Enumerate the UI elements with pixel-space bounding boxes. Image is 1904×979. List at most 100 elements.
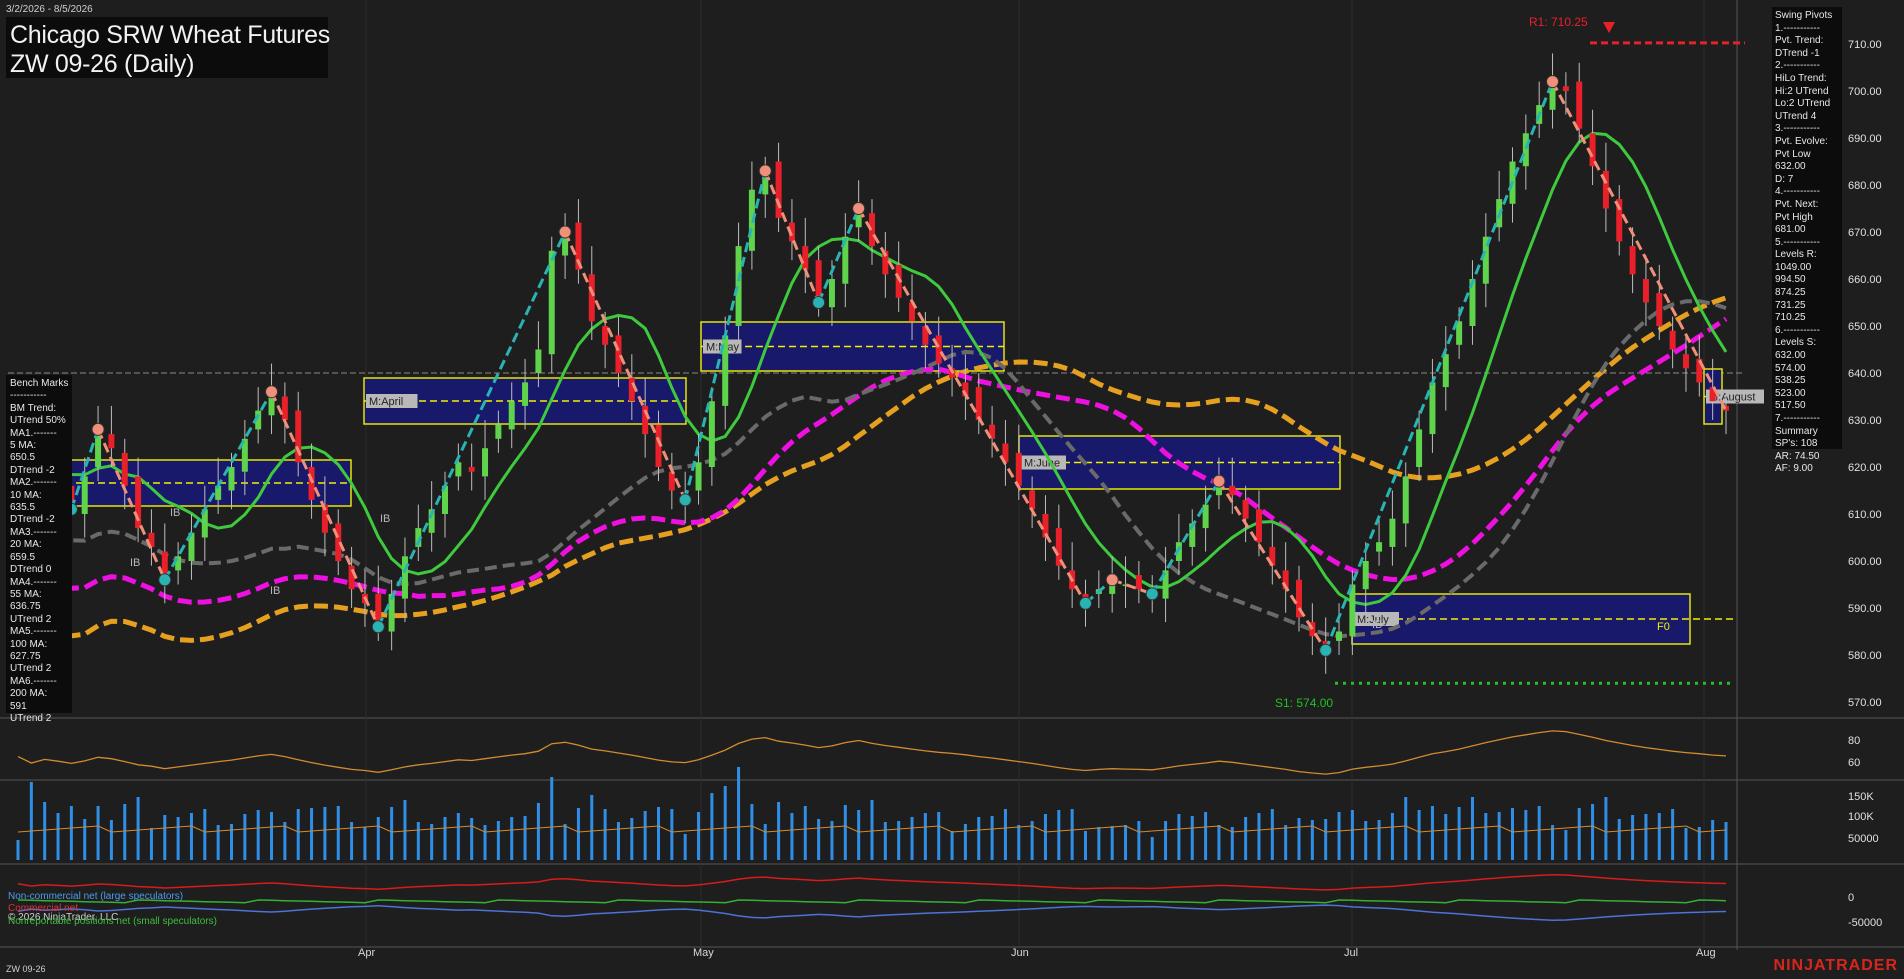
swing-pivot-line: 874.25 [1775,287,1806,299]
swing-pivot-line: 5.----------- [1775,236,1820,248]
volume-bar [1270,809,1274,860]
volume-bar [1430,806,1434,860]
volume-bar [697,812,701,860]
osc-tick-label: 60 [1848,757,1860,769]
vwap-label: M:April [369,396,403,408]
bench-mark-line: 659.5 [10,551,36,563]
volume-bar [683,834,687,860]
swing-pivots-panel: Swing Pivots 1.----------- Pvt. Trend: DTre… [1772,7,1842,474]
candle-body [121,452,128,486]
pivot-high-marker [1546,75,1560,89]
volume-bar [83,819,87,860]
candle-body [1029,490,1036,510]
swing-pivot-line: 7.----------- [1775,413,1820,424]
bench-mark-line: ----------- [10,390,47,402]
swing-pivot-line: 632.00 [1775,161,1806,173]
candle-body [281,396,288,420]
candle-body [468,467,475,472]
volume-bar [1724,822,1728,860]
volume-bar [1711,820,1715,860]
candle-body [588,274,595,322]
pivot-high-marker [91,422,105,436]
candle-body [81,476,88,514]
y-tick-label: 640.00 [1848,368,1882,380]
pivot-high-marker [265,385,279,399]
volume-bar [750,804,754,860]
volume-bar [1324,819,1328,860]
volume-bar [590,795,594,860]
vwap-label-group: M:April [366,394,418,408]
cot-legend-noncommercial: Non-commercial net (large speculators) [8,891,184,902]
volume-bar [1257,813,1261,860]
volume-bar [923,813,927,860]
volume-bar [1537,806,1541,860]
bench-mark-line: 627.75 [10,650,41,662]
candle-body [1522,133,1529,167]
volume-bar [416,822,420,860]
footer-symbol: ZW 09-26 [6,964,46,974]
pivot-low-marker [678,493,692,507]
volume-bar [1457,807,1461,860]
y-tick-label: 670.00 [1848,227,1882,239]
swing-line [857,207,1087,605]
pivot-low-marker [1079,596,1092,610]
volume-bar [1644,814,1648,860]
bench-mark-line: DTrend -2 [10,514,55,526]
volume-bar [817,819,821,860]
volume-bar [1404,797,1408,860]
volume-bar [1577,808,1581,860]
volume-bar [1150,837,1154,860]
x-tick-label: May [693,947,714,959]
ib-label: IB [130,557,140,569]
bench-mark-line: 10 MA: [10,489,42,501]
price-chart[interactable]: 710.00 700.00 690.00 680.00 670.00 660.00 650.… [0,0,1904,979]
y-tick-label: 580.00 [1848,650,1882,662]
volume-bar [1337,812,1341,860]
volume-bar [323,807,327,860]
candle-body [828,279,835,308]
volume-bar [403,800,407,860]
volume-bar [29,782,33,860]
volume-tick-label: 50000 [1848,833,1879,845]
volume-bar [243,814,247,860]
volume-bar [189,813,193,860]
swing-pivot-line: 574.00 [1775,362,1806,374]
volume-bar [496,821,500,860]
volume-bar [1484,813,1488,860]
volume-bar [483,825,487,860]
swing-pivot-line: 4.----------- [1775,186,1820,198]
volume-bar [937,812,941,860]
volume-bar [176,817,180,860]
swing-pivot-line: Pvt Low [1775,148,1811,160]
bench-mark-line: 635.5 [10,502,36,514]
oscillator-line [17,730,1727,775]
candle-body [1656,293,1663,326]
x-tick-label: Aug [1696,947,1716,959]
y-tick-label: 680.00 [1848,180,1882,192]
swing-pivot-line: Summary [1775,425,1818,437]
pivot-high-marker [852,202,866,215]
pivot-low-marker [1319,643,1333,657]
vwap-label-group: M:June [1021,455,1066,470]
bench-mark-line: 20 MA: [10,539,42,551]
volume-bar [1017,825,1021,860]
pivot-high-marker [1105,573,1119,587]
swing-pivot-line: 994.50 [1775,274,1806,286]
candle-body [1402,476,1409,524]
volume-bar [870,800,874,860]
volume-tick-label: 100K [1848,811,1874,823]
y-tick-label: 700.00 [1848,86,1882,98]
volume-bar [69,806,73,860]
candle-body [1389,518,1396,547]
ib-label: IB [380,513,390,525]
volume-bar [443,817,447,860]
cot-tick-label: 0 [1848,892,1854,904]
bench-mark-line: 591 [10,700,27,712]
volume-bar [256,810,260,860]
y-tick-label: 620.00 [1848,462,1882,474]
y-tick-label: 630.00 [1848,415,1882,427]
volume-bar [1417,810,1421,860]
cot-legend-nonreportable: Nonreportable positions net (small specu… [8,916,217,927]
volume-bar [1591,804,1595,860]
volume-tick-label: 150K [1848,791,1874,803]
